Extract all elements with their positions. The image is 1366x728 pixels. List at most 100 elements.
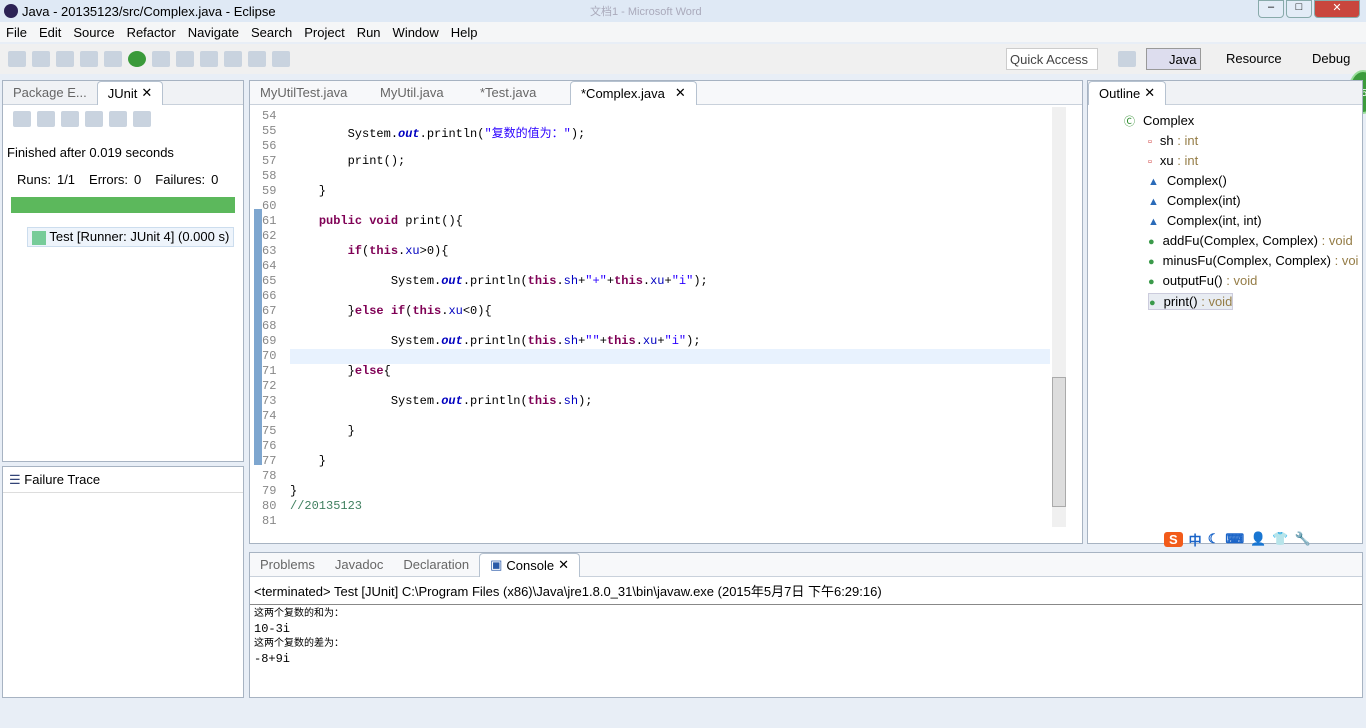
menu-edit[interactable]: Edit (33, 25, 67, 40)
menu-source[interactable]: Source (67, 25, 120, 40)
code-line[interactable]: print(); (290, 154, 406, 168)
moon-icon[interactable]: ☾ (1208, 531, 1220, 547)
junit-counters: Runs: 1/1 Errors: 0 Failures: 0 (17, 172, 219, 187)
debug-icon[interactable] (104, 51, 122, 67)
menu-navigate[interactable]: Navigate (182, 25, 245, 40)
line-number: 70 (262, 349, 277, 363)
shirt-icon[interactable]: 👕 (1272, 531, 1288, 547)
outline-item[interactable]: ● outputFu() : void (1148, 273, 1257, 288)
tab-declaration[interactable]: Declaration (393, 553, 479, 577)
save-icon[interactable] (32, 51, 50, 67)
menu-refactor[interactable]: Refactor (121, 25, 182, 40)
outline-item[interactable]: ▲ Complex(int, int) (1148, 213, 1262, 228)
tab-package-explorer[interactable]: Package E... (3, 81, 97, 105)
outline-item[interactable]: ● addFu(Complex, Complex) : void (1148, 233, 1353, 248)
ime-toolbar[interactable]: S 中 ☾ ⌨ 👤 👕 🔧 (1164, 527, 1311, 551)
menu-file[interactable]: File (0, 25, 33, 40)
quick-access-input[interactable]: Quick Access (1006, 48, 1098, 70)
code-line[interactable]: System.out.println(this.sh); (290, 394, 593, 408)
tab-junit[interactable]: JUnit ✕ (96, 80, 164, 105)
outline-item[interactable]: ● print() : void (1148, 293, 1234, 310)
outline-item[interactable]: ▫ xu : int (1148, 153, 1198, 168)
code-line[interactable]: } (290, 454, 326, 468)
tab-myutiltest[interactable]: MyUtilTest.java (250, 81, 370, 105)
new-class-icon[interactable] (176, 51, 194, 67)
line-number: 54 (262, 109, 277, 123)
close-icon[interactable]: ✕ (1144, 85, 1155, 101)
scroll-lock-icon[interactable] (85, 111, 103, 127)
next-failure-icon[interactable] (13, 111, 31, 127)
search-icon[interactable] (224, 51, 242, 67)
tab-test[interactable]: *Test.java (470, 81, 570, 105)
line-number: 56 (262, 139, 277, 153)
back-icon[interactable] (248, 51, 266, 67)
save-all-icon[interactable] (56, 51, 74, 67)
user-icon[interactable]: 👤 (1250, 531, 1266, 547)
outline-item[interactable]: ● minusFu(Complex, Complex) : voi (1148, 253, 1358, 268)
outline-item-name: Complex (1143, 113, 1195, 128)
outline-item-type: : int (1173, 133, 1199, 148)
maximize-button[interactable]: □ (1286, 0, 1312, 18)
code-line[interactable]: System.out.println(this.sh+"+"+this.xu+"… (290, 274, 708, 288)
tab-javadoc[interactable]: Javadoc (325, 553, 393, 577)
code-line[interactable]: System.out.println(this.sh+""+this.xu+"i… (290, 334, 701, 348)
code-line[interactable]: System.out.println("复数的值为："); (290, 124, 586, 141)
member-icon: ▫ (1148, 156, 1152, 168)
outline-item[interactable]: ▫ sh : int (1148, 133, 1198, 148)
menu-window[interactable]: Window (387, 25, 445, 40)
code-line[interactable]: if(this.xu>0){ (290, 244, 449, 258)
perspective-resource[interactable]: Resource (1204, 48, 1286, 70)
console-output[interactable]: 这两个复数的和为： 10-3i 这两个复数的差为： -8+9i (250, 605, 1362, 669)
previous-failure-icon[interactable] (37, 111, 55, 127)
keyboard-icon[interactable]: ⌨ (1225, 531, 1244, 547)
history-icon[interactable] (133, 111, 151, 127)
minimize-button[interactable]: – (1258, 0, 1284, 18)
code-line[interactable]: public void print(){ (290, 214, 463, 228)
tab-console[interactable]: ▣ Console ✕ (479, 552, 581, 577)
outline-item[interactable]: ▲ Complex(int) (1148, 193, 1241, 208)
close-icon[interactable]: ✕ (675, 85, 686, 101)
menu-help[interactable]: Help (445, 25, 484, 40)
outline-item[interactable]: ▲ Complex() (1148, 173, 1227, 188)
show-failures-only-icon[interactable] (61, 111, 79, 127)
outline-item-name: print() (1163, 294, 1198, 309)
editor-vertical-scrollbar[interactable] (1052, 107, 1066, 527)
menu-run[interactable]: Run (351, 25, 387, 40)
close-button[interactable]: ✕ (1314, 0, 1360, 18)
tab-myutil[interactable]: MyUtil.java (370, 81, 470, 105)
code-line[interactable]: } (290, 184, 326, 198)
menu-project[interactable]: Project (298, 25, 350, 40)
forward-icon[interactable] (272, 51, 290, 67)
code-line[interactable]: } (290, 424, 355, 438)
code-area[interactable]: 54 55 System.out.println("复数的值为："); 56 57 p… (250, 105, 1082, 535)
close-icon[interactable]: ✕ (141, 85, 152, 101)
outline-item[interactable]: Ⓒ Complex (1124, 113, 1194, 129)
menu-search[interactable]: Search (245, 25, 298, 40)
console-line: 这两个复数的和为： (254, 609, 344, 620)
wrench-icon[interactable]: 🔧 (1294, 531, 1310, 547)
test-tree-item[interactable]: Test [Runner: JUnit 4] (0.000 s) (27, 227, 235, 247)
open-type-icon[interactable] (200, 51, 218, 67)
line-number: 68 (262, 319, 277, 333)
new-icon[interactable] (8, 51, 26, 67)
code-line[interactable]: }else{ (290, 364, 391, 378)
ime-mode-label[interactable]: 中 (1189, 530, 1202, 549)
outline-item-name: addFu(Complex, Complex) (1162, 233, 1318, 248)
perspective-debug[interactable]: Debug (1290, 48, 1354, 70)
perspective-java[interactable]: Java (1146, 48, 1202, 70)
close-icon[interactable]: ✕ (558, 557, 569, 573)
code-line[interactable]: } (290, 484, 297, 498)
external-tools-icon[interactable] (152, 51, 170, 67)
open-perspective-icon[interactable] (1118, 51, 1136, 67)
code-line[interactable]: }else if(this.xu<0){ (290, 304, 492, 318)
tab-complex[interactable]: *Complex.java ✕ (570, 80, 697, 105)
code-line[interactable]: //20135123 (290, 499, 362, 513)
print-icon[interactable] (80, 51, 98, 67)
run-icon[interactable] (128, 51, 146, 67)
rerun-icon[interactable] (109, 111, 127, 127)
tab-problems[interactable]: Problems (250, 553, 325, 577)
tab-outline[interactable]: Outline ✕ (1088, 80, 1167, 105)
line-number: 67 (262, 304, 277, 318)
outline-item-type: : void (1197, 294, 1233, 309)
console-line: -8+9i (254, 652, 291, 666)
